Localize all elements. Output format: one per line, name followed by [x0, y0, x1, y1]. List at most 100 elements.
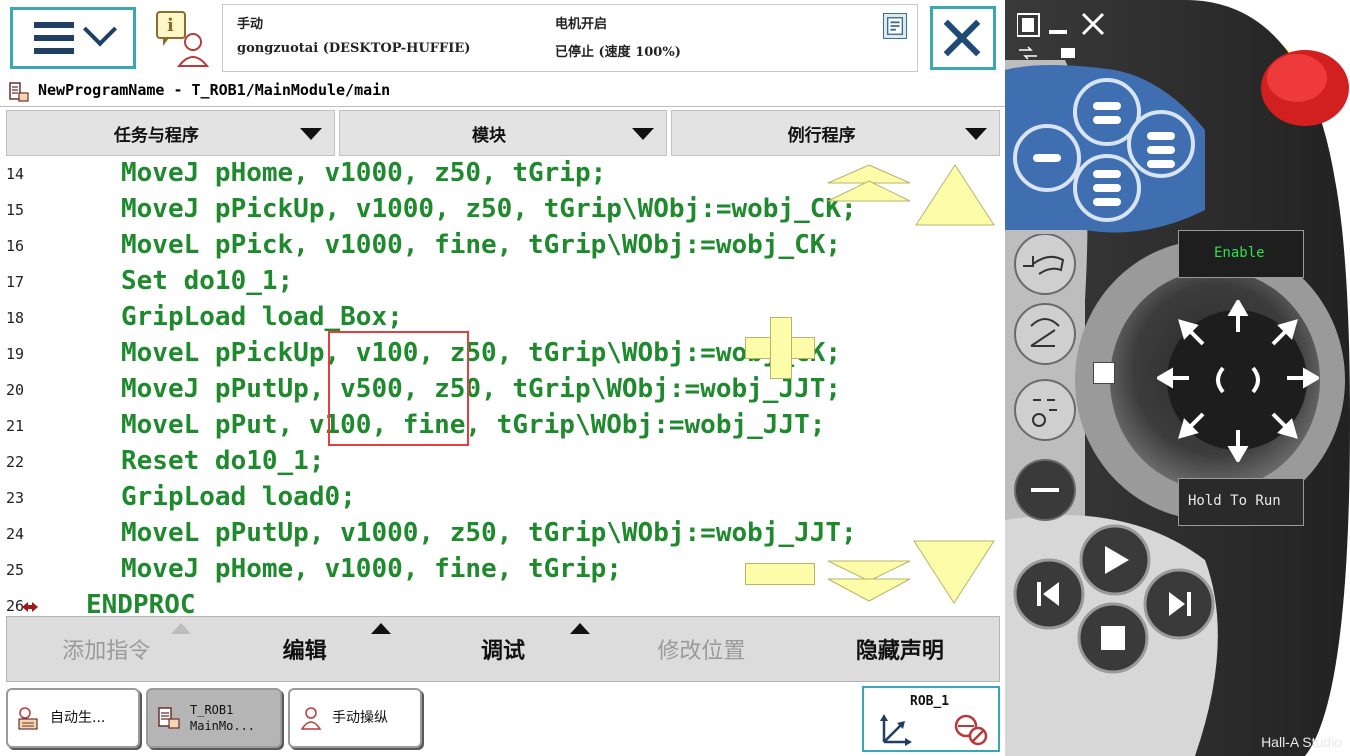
plus-icon[interactable] [770, 317, 792, 379]
controller-name: gongzuotai (DESKTOP-HUFFIE) [237, 41, 471, 56]
dropdown-arrow-icon [965, 128, 988, 140]
line-number: 18 [6, 309, 25, 327]
task-label: 自动生... [50, 710, 106, 726]
side-keys[interactable] [1009, 234, 1085, 524]
speed-down-small-icon[interactable] [826, 541, 912, 603]
watermark: Hall-A Studio [1261, 734, 1342, 750]
event-log-icon[interactable] [883, 13, 907, 39]
hold-to-run-label: Hold To Run [1188, 493, 1281, 509]
highlight-box [328, 331, 469, 446]
line-number: 14 [6, 165, 25, 183]
dropdown-arrow-icon [632, 128, 655, 140]
speed-down-large-icon[interactable] [912, 539, 996, 605]
status-info-icon[interactable]: i [153, 8, 213, 70]
modify-position-button[interactable]: 修改位置 [602, 617, 800, 681]
code-line[interactable]: 18 GripLoad load_Box; [0, 301, 1005, 337]
code-text: MoveL pPickUp, v100, z50, tGrip\WObj:=wo… [121, 338, 842, 368]
tab-modules[interactable]: 模块 [338, 110, 668, 156]
command-label: 添加指令 [62, 639, 151, 664]
hold-to-run-indicator: Hold To Run [1178, 478, 1304, 526]
programmable-keys[interactable] [1005, 70, 1205, 230]
taskbar: 自动生... T_ROB1 MainMo... 手动操纵 ROB_1 [0, 684, 1005, 756]
tab-label: 任务与程序 [113, 125, 199, 146]
enable-label: Enable [1214, 245, 1265, 261]
line-number: 25 [6, 561, 25, 579]
run-controls[interactable] [1005, 520, 1225, 756]
tab-label: 例行程序 [787, 125, 856, 146]
quickset-robot-button[interactable]: ROB_1 [862, 686, 1000, 752]
code-line[interactable]: 21 MoveL pPut, v100, fine, tGrip\WObj:=w… [0, 409, 1005, 445]
code-line[interactable]: 19 MoveL pPickUp, v100, z50, tGrip\WObj:… [0, 337, 1005, 373]
dropdown-arrow-icon [299, 128, 322, 140]
line-number: 19 [6, 345, 25, 363]
increment-off-icon [954, 714, 988, 746]
debug-button[interactable]: 调试 [404, 617, 602, 681]
task-label-line1: T_ROB1 [190, 703, 234, 717]
tab-label: 模块 [472, 125, 506, 146]
minus-icon[interactable] [745, 563, 815, 585]
program-state: 已停止 (速度 100%) [555, 45, 681, 60]
operating-mode: 手动 [237, 17, 264, 32]
code-line[interactable]: 23 GripLoad load0; [0, 481, 1005, 517]
line-number: 17 [6, 273, 25, 291]
joystick[interactable] [1157, 300, 1319, 462]
menu-up-arrow-icon [171, 623, 191, 634]
status-panel[interactable]: 手动 gongzuotai (DESKTOP-HUFFIE) 电机开启 已停止 … [222, 4, 918, 72]
hide-declarations-button[interactable]: 隐藏声明 [801, 617, 999, 681]
hamburger-icon [34, 22, 74, 54]
code-text: Reset do10_1; [121, 446, 325, 476]
coordinate-axes-icon [880, 714, 912, 746]
enable-indicator: Enable [1178, 230, 1304, 278]
code-text: MoveJ pHome, v1000, fine, tGrip; [121, 554, 622, 584]
svg-text:i: i [167, 15, 174, 36]
code-editor[interactable]: 14 MoveJ pHome, v1000, z50, tGrip; 15 Mo… [0, 157, 1005, 615]
speed-up-large-icon[interactable] [914, 163, 996, 227]
code-line[interactable]: 20 MoveJ pPutUp, v500, z50, tGrip\WObj:=… [0, 373, 1005, 409]
line-number: 20 [6, 381, 25, 399]
flexpendant-screen: i 手动 gongzuotai (DESKTOP-HUFFIE) 电机开启 已停… [0, 0, 1005, 756]
task-program-editor[interactable]: T_ROB1 MainMo... [146, 688, 282, 748]
task-auto-production[interactable]: 自动生... [6, 688, 140, 748]
program-editor-icon [9, 82, 29, 102]
add-instruction-button[interactable]: 添加指令 [7, 617, 205, 681]
command-label: 隐藏声明 [855, 638, 944, 664]
edit-button[interactable]: 编辑 [205, 617, 403, 681]
teach-pendant-hardware: Enable Hold To Run Hall-A Studio [1005, 0, 1350, 756]
code-text: Set do10_1; [121, 266, 294, 296]
program-editor-icon [158, 707, 180, 729]
abb-menu-button[interactable] [10, 7, 136, 69]
speed-up-small-icon[interactable] [826, 163, 912, 203]
command-bar: 添加指令 编辑 调试 修改位置 隐藏声明 [6, 616, 1000, 682]
tab-routines[interactable]: 例行程序 [671, 110, 1001, 156]
line-number: 22 [6, 453, 25, 471]
code-text: MoveL pPutUp, v1000, z50, tGrip\WObj:=wo… [121, 518, 857, 548]
code-line[interactable]: 22 Reset do10_1; [0, 445, 1005, 481]
task-label: 手动操纵 [332, 710, 388, 726]
auto-production-icon [18, 707, 38, 730]
code-line[interactable]: 16 MoveL pPick, v1000, fine, tGrip\WObj:… [0, 229, 1005, 265]
menu-up-arrow-icon [371, 623, 392, 634]
code-text: MoveJ pHome, v1000, z50, tGrip; [121, 158, 607, 188]
code-text: MoveJ pPutUp, v500, z50, tGrip\WObj:=wob… [121, 374, 842, 404]
line-number: 21 [6, 417, 25, 435]
chevron-down-icon [83, 12, 117, 47]
code-text: MoveJ pPickUp, v1000, z50, tGrip\WObj:=w… [121, 194, 857, 224]
command-label: 编辑 [282, 638, 327, 664]
command-label: 修改位置 [657, 639, 746, 664]
tab-tasks-programs[interactable]: 任务与程序 [6, 110, 335, 156]
task-label-line2: MainMo... [190, 719, 256, 733]
code-text: GripLoad load0; [121, 482, 356, 512]
line-number: 23 [6, 489, 25, 507]
code-line[interactable]: 17 Set do10_1; [0, 265, 1005, 301]
close-button[interactable] [930, 6, 996, 70]
top-bar: i 手动 gongzuotai (DESKTOP-HUFFIE) 电机开启 已停… [0, 0, 1005, 76]
robot-unit-label: ROB_1 [910, 694, 950, 709]
hotplug-icon[interactable] [1093, 362, 1115, 384]
menu-up-arrow-icon [569, 623, 590, 634]
line-number: 15 [6, 201, 25, 219]
code-text: ENDPROC [86, 590, 196, 615]
motor-status: 电机开启 [555, 17, 608, 32]
task-jogging[interactable]: 手动操纵 [288, 688, 422, 748]
editor-tabs: 任务与程序 模块 例行程序 [6, 110, 1001, 156]
code-text: MoveL pPut, v100, fine, tGrip\WObj:=wobj… [121, 410, 826, 440]
